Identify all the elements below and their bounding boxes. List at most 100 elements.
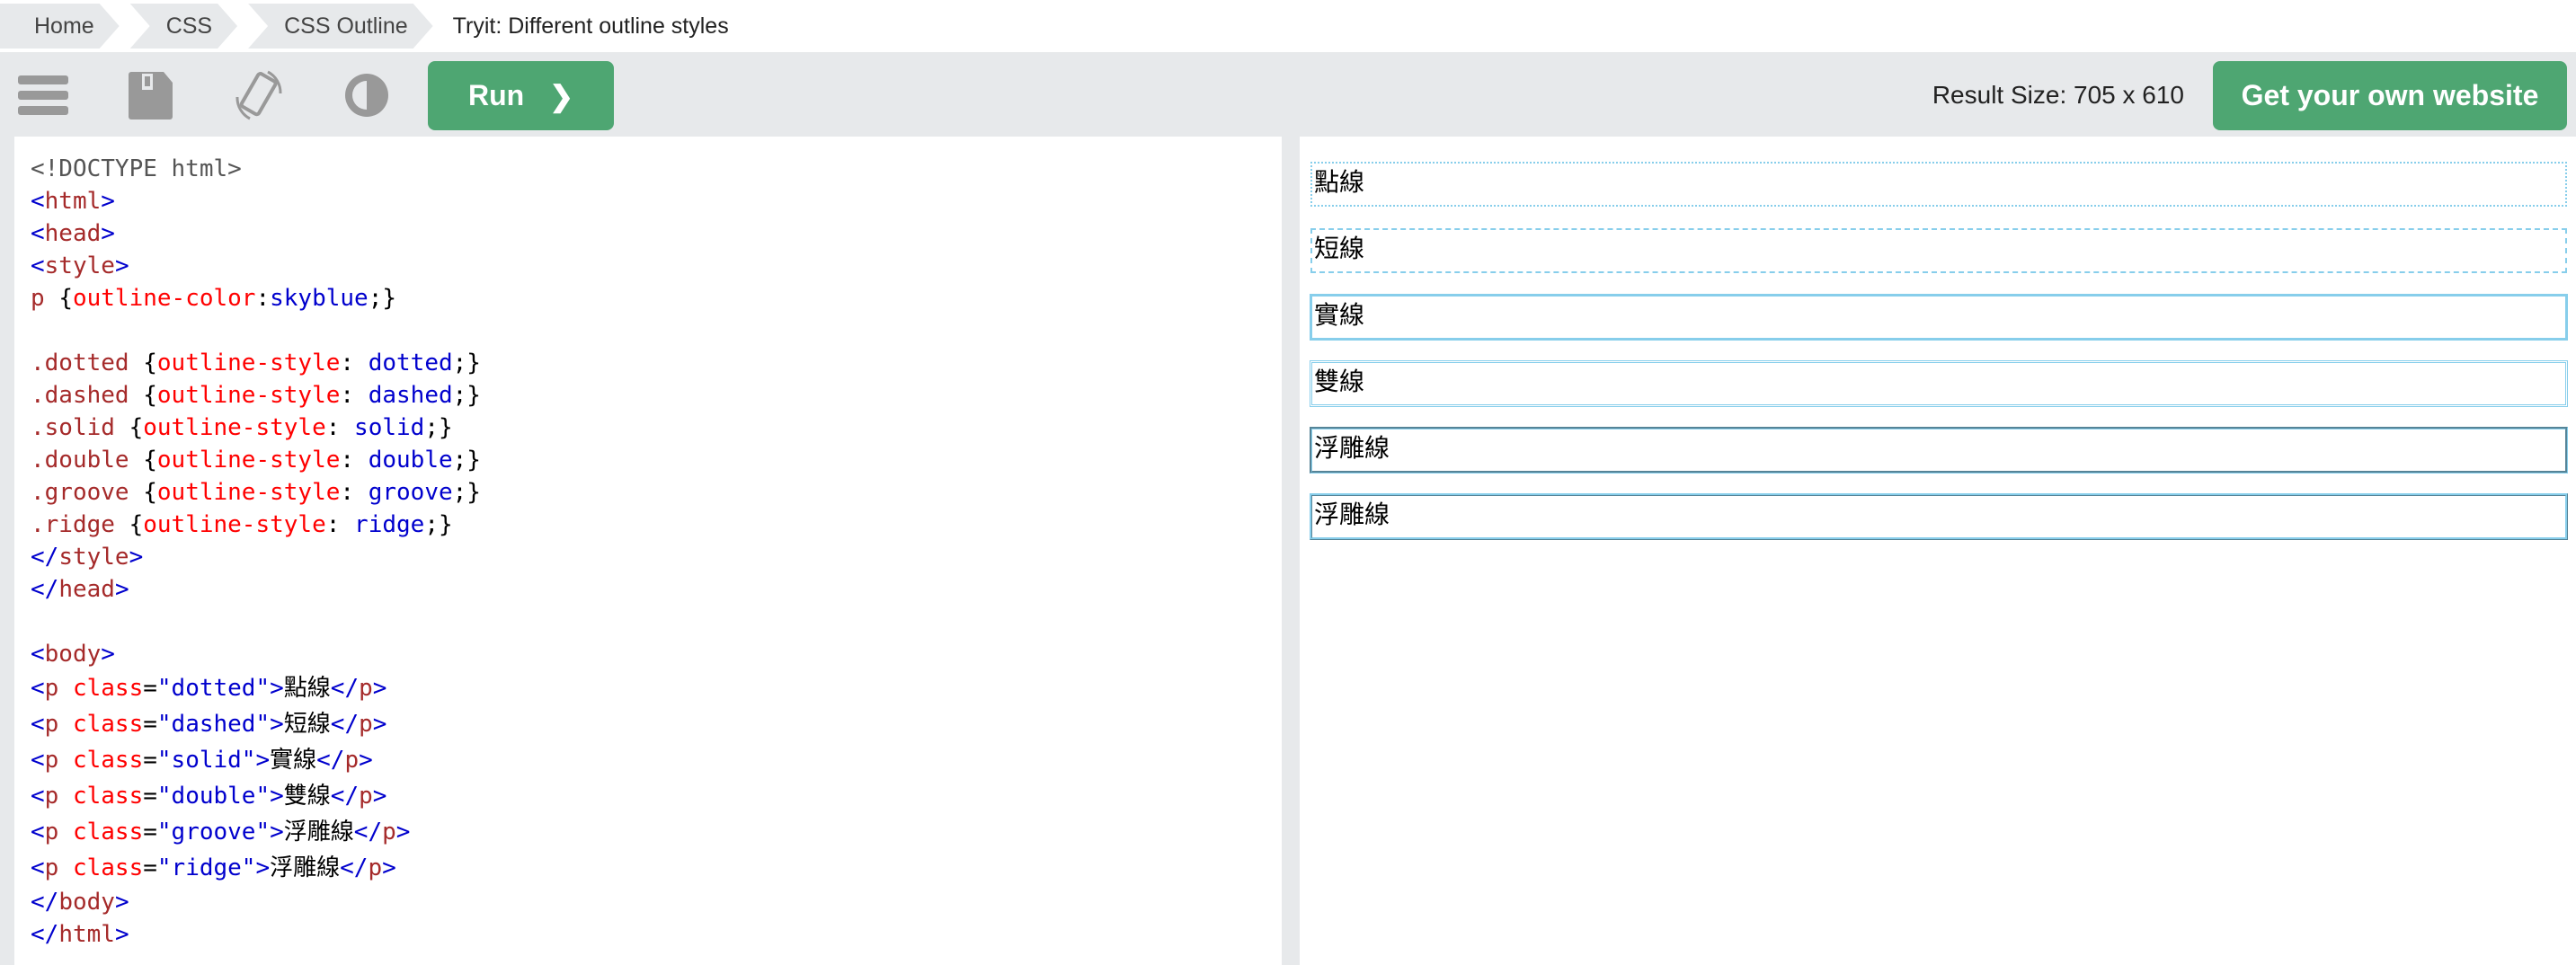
breadcrumb-home[interactable]: Home xyxy=(0,4,120,49)
floppy-icon[interactable] xyxy=(124,68,178,122)
get-your-own-website-button[interactable]: Get your own website xyxy=(2213,61,2567,130)
code-token: .dashed xyxy=(31,382,144,409)
result-paragraph-double: 雙線 xyxy=(1310,360,2568,407)
code-token: html xyxy=(58,921,115,948)
code-editor[interactable]: <!DOCTYPE html> <html> <head> <style> p {out… xyxy=(14,137,1282,965)
code-token: <!DOCTYPE html> xyxy=(31,155,242,182)
pane-resize-handle[interactable] xyxy=(1282,137,1300,965)
code-token: > xyxy=(270,783,284,810)
code-token: { xyxy=(58,285,73,312)
code-token: outline-style xyxy=(156,479,341,506)
code-token: "solid" xyxy=(156,747,256,774)
code-line: <p class="ridge">浮雕線</p> xyxy=(31,850,1282,886)
code-line: <p class="groove">浮雕線</p> xyxy=(31,814,1282,850)
code-token: outline-style xyxy=(156,447,341,474)
code-token: "groove" xyxy=(156,819,271,845)
code-token: </ xyxy=(353,819,383,845)
hamburger-icon[interactable] xyxy=(16,68,70,122)
code-token: > xyxy=(255,854,271,881)
code-token: class xyxy=(58,711,144,738)
rotate-icon[interactable] xyxy=(232,68,286,122)
code-token: 短線 xyxy=(283,711,331,738)
code-token: html xyxy=(44,188,102,215)
code-token: : xyxy=(255,285,271,312)
code-token: < xyxy=(31,252,45,279)
code-token: ;} xyxy=(452,350,481,376)
code-token: ;} xyxy=(452,447,481,474)
code-token: : xyxy=(340,382,369,409)
code-token: > xyxy=(372,711,387,738)
code-line: .double {outline-style: double;} xyxy=(31,444,1282,476)
breadcrumb: Home CSS CSS Outline Tryit: Different ou… xyxy=(0,0,2576,52)
code-token: > xyxy=(114,576,129,603)
code-token: < xyxy=(31,641,45,668)
code-line: .dashed {outline-style: dashed;} xyxy=(31,379,1282,412)
code-line: .solid {outline-style: solid;} xyxy=(31,412,1282,444)
code-line: <!DOCTYPE html> xyxy=(31,153,1282,185)
toolbar: Run ❯ Result Size: 705 x 610 Get your own… xyxy=(0,52,2576,137)
code-line: .groove {outline-style: groove;} xyxy=(31,476,1282,509)
code-line: <p class="double">雙線</p> xyxy=(31,778,1282,814)
code-token: = xyxy=(143,675,157,702)
code-token: </ xyxy=(31,576,59,603)
code-token: ;} xyxy=(452,382,481,409)
code-token: : xyxy=(325,414,355,441)
code-token: ridge xyxy=(354,511,425,538)
code-token: .dotted xyxy=(31,350,144,376)
code-token: dotted xyxy=(368,350,453,376)
code-token: </ xyxy=(31,544,59,571)
code-line: </body> xyxy=(31,886,1282,918)
code-token: > xyxy=(255,747,271,774)
code-token: solid xyxy=(354,414,425,441)
code-token: outline-style xyxy=(156,382,341,409)
code-token: "dashed" xyxy=(156,711,271,738)
code-token: "dotted" xyxy=(156,675,271,702)
code-token: > xyxy=(114,252,129,279)
code-token: < xyxy=(31,747,45,774)
code-line: </style> xyxy=(31,541,1282,573)
result-frame: 點線 短線 實線 雙線 浮雕線 浮雕線 xyxy=(1300,137,2576,965)
code-token: : xyxy=(340,447,369,474)
breadcrumb-current: Tryit: Different outline styles xyxy=(452,13,729,39)
code-token: < xyxy=(31,854,45,881)
breadcrumb-css[interactable]: CSS xyxy=(130,4,237,49)
run-button[interactable]: Run ❯ xyxy=(428,61,614,130)
code-token: body xyxy=(58,889,115,916)
code-token: p xyxy=(368,854,383,881)
code-token: </ xyxy=(330,783,360,810)
code-token: outline-style xyxy=(156,350,341,376)
code-token: < xyxy=(31,675,45,702)
chevron-right-icon: ❯ xyxy=(549,79,573,112)
code-token: skyblue xyxy=(270,285,369,312)
code-token: ;} xyxy=(368,285,397,312)
code-token: class xyxy=(58,675,144,702)
result-paragraph-solid: 實線 xyxy=(1310,294,2568,341)
code-token: { xyxy=(129,414,144,441)
code-token: > xyxy=(114,889,129,916)
result-paragraph-dotted: 點線 xyxy=(1310,162,2567,207)
code-line: </html> xyxy=(31,918,1282,951)
code-token: < xyxy=(31,711,45,738)
code-token: { xyxy=(143,350,157,376)
code-token: > xyxy=(114,921,129,948)
code-token: "ridge" xyxy=(156,854,256,881)
code-token: ;} xyxy=(452,479,481,506)
code-token: </ xyxy=(340,854,369,881)
code-token: dashed xyxy=(368,382,453,409)
code-token: .solid xyxy=(31,414,129,441)
code-token: p xyxy=(44,783,59,810)
code-token: p xyxy=(344,747,360,774)
contrast-icon[interactable] xyxy=(340,68,394,122)
code-line: .ridge {outline-style: ridge;} xyxy=(31,509,1282,541)
breadcrumb-css-outline[interactable]: CSS Outline xyxy=(248,4,433,49)
code-token: </ xyxy=(330,675,360,702)
code-token: p xyxy=(44,819,59,845)
code-token: p xyxy=(359,783,373,810)
code-token: 實線 xyxy=(270,747,317,774)
code-token: body xyxy=(44,641,102,668)
code-line: <p class="solid">實線</p> xyxy=(31,742,1282,778)
code-token: { xyxy=(143,447,157,474)
code-token: = xyxy=(143,783,157,810)
code-token: > xyxy=(382,854,396,881)
